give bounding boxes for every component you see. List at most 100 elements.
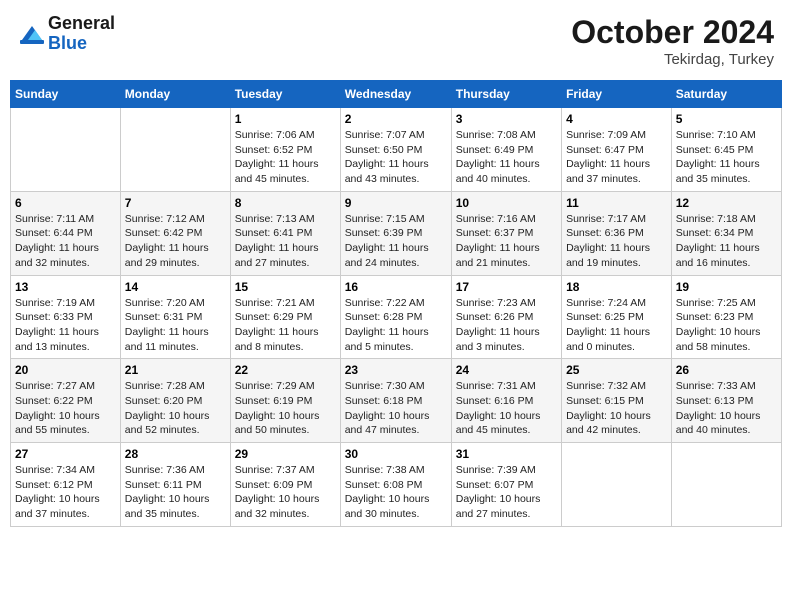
calendar-cell: 6 Sunrise: 7:11 AM Sunset: 6:44 PM Daylig… [11,191,121,275]
calendar-table: SundayMondayTuesdayWednesdayThursdayFrid… [10,80,782,527]
day-number: 13 [15,280,116,294]
calendar-cell [120,108,230,192]
day-info: Sunrise: 7:36 AM Sunset: 6:11 PM Dayligh… [125,463,226,522]
day-number: 4 [566,112,667,126]
calendar-cell: 10Sunrise: 7:16 AM Sunset: 6:37 PM Dayli… [451,191,561,275]
weekday-header: Wednesday [340,81,451,108]
calendar-week-row: 27 Sunrise: 7:34 AM Sunset: 6:12 PM Dayli… [11,443,782,527]
calendar-cell: 3 Sunrise: 7:08 AM Sunset: 6:49 PM Daylig… [451,108,561,192]
day-info: Sunrise: 7:11 AM Sunset: 6:44 PM Dayligh… [15,212,116,271]
day-info: Sunrise: 7:09 AM Sunset: 6:47 PM Dayligh… [566,128,667,187]
calendar-week-row: 13 Sunrise: 7:19 AM Sunset: 6:33 PM Dayli… [11,275,782,359]
calendar-cell: 23Sunrise: 7:30 AM Sunset: 6:18 PM Dayli… [340,359,451,443]
day-number: 14 [125,280,226,294]
calendar-week-row: 20Sunrise: 7:27 AM Sunset: 6:22 PM Dayli… [11,359,782,443]
day-number: 29 [235,447,336,461]
page-header: General Blue October 2024 Tekirdag, Turk… [10,10,782,72]
calendar-cell [11,108,121,192]
day-info: Sunrise: 7:25 AM Sunset: 6:23 PM Dayligh… [676,296,777,355]
day-number: 28 [125,447,226,461]
calendar-cell: 12Sunrise: 7:18 AM Sunset: 6:34 PM Dayli… [671,191,781,275]
logo-general: General [48,14,115,34]
calendar-cell: 19 Sunrise: 7:25 AM Sunset: 6:23 PM Dayli… [671,275,781,359]
weekday-header: Saturday [671,81,781,108]
day-number: 26 [676,363,777,377]
day-number: 7 [125,196,226,210]
calendar-cell: 21 Sunrise: 7:28 AM Sunset: 6:20 PM Dayli… [120,359,230,443]
day-info: Sunrise: 7:29 AM Sunset: 6:19 PM Dayligh… [235,379,336,438]
calendar-cell: 15 Sunrise: 7:21 AM Sunset: 6:29 PM Dayli… [230,275,340,359]
day-info: Sunrise: 7:07 AM Sunset: 6:50 PM Dayligh… [345,128,447,187]
day-number: 18 [566,280,667,294]
day-info: Sunrise: 7:32 AM Sunset: 6:15 PM Dayligh… [566,379,667,438]
calendar-cell: 20Sunrise: 7:27 AM Sunset: 6:22 PM Dayli… [11,359,121,443]
day-number: 3 [456,112,557,126]
calendar-cell: 16Sunrise: 7:22 AM Sunset: 6:28 PM Dayli… [340,275,451,359]
calendar-cell: 4 Sunrise: 7:09 AM Sunset: 6:47 PM Daylig… [562,108,672,192]
day-number: 25 [566,363,667,377]
day-number: 27 [15,447,116,461]
day-info: Sunrise: 7:31 AM Sunset: 6:16 PM Dayligh… [456,379,557,438]
day-info: Sunrise: 7:17 AM Sunset: 6:36 PM Dayligh… [566,212,667,271]
day-number: 15 [235,280,336,294]
day-info: Sunrise: 7:28 AM Sunset: 6:20 PM Dayligh… [125,379,226,438]
day-info: Sunrise: 7:16 AM Sunset: 6:37 PM Dayligh… [456,212,557,271]
month-title: October 2024 [571,14,774,51]
day-info: Sunrise: 7:23 AM Sunset: 6:26 PM Dayligh… [456,296,557,355]
day-number: 5 [676,112,777,126]
calendar-cell: 9 Sunrise: 7:15 AM Sunset: 6:39 PM Daylig… [340,191,451,275]
weekday-header: Monday [120,81,230,108]
calendar-cell: 7 Sunrise: 7:12 AM Sunset: 6:42 PM Daylig… [120,191,230,275]
day-info: Sunrise: 7:39 AM Sunset: 6:07 PM Dayligh… [456,463,557,522]
calendar-week-row: 1Sunrise: 7:06 AM Sunset: 6:52 PM Daylig… [11,108,782,192]
weekday-header: Tuesday [230,81,340,108]
calendar-cell: 2 Sunrise: 7:07 AM Sunset: 6:50 PM Daylig… [340,108,451,192]
day-number: 22 [235,363,336,377]
day-info: Sunrise: 7:12 AM Sunset: 6:42 PM Dayligh… [125,212,226,271]
weekday-header: Thursday [451,81,561,108]
day-info: Sunrise: 7:10 AM Sunset: 6:45 PM Dayligh… [676,128,777,187]
day-info: Sunrise: 7:34 AM Sunset: 6:12 PM Dayligh… [15,463,116,522]
day-info: Sunrise: 7:13 AM Sunset: 6:41 PM Dayligh… [235,212,336,271]
title-area: October 2024 Tekirdag, Turkey [571,14,774,68]
day-number: 6 [15,196,116,210]
calendar-cell [562,443,672,527]
day-number: 2 [345,112,447,126]
day-number: 17 [456,280,557,294]
day-number: 19 [676,280,777,294]
calendar-cell: 25 Sunrise: 7:32 AM Sunset: 6:15 PM Dayli… [562,359,672,443]
day-number: 24 [456,363,557,377]
weekday-header: Friday [562,81,672,108]
calendar-cell: 31Sunrise: 7:39 AM Sunset: 6:07 PM Dayli… [451,443,561,527]
calendar-header: SundayMondayTuesdayWednesdayThursdayFrid… [11,81,782,108]
day-info: Sunrise: 7:38 AM Sunset: 6:08 PM Dayligh… [345,463,447,522]
day-info: Sunrise: 7:19 AM Sunset: 6:33 PM Dayligh… [15,296,116,355]
logo: General Blue [18,14,115,54]
calendar-cell: 8 Sunrise: 7:13 AM Sunset: 6:41 PM Daylig… [230,191,340,275]
calendar-cell: 14 Sunrise: 7:20 AM Sunset: 6:31 PM Dayli… [120,275,230,359]
calendar-cell: 22 Sunrise: 7:29 AM Sunset: 6:19 PM Dayli… [230,359,340,443]
calendar-cell: 30Sunrise: 7:38 AM Sunset: 6:08 PM Dayli… [340,443,451,527]
calendar-cell: 29Sunrise: 7:37 AM Sunset: 6:09 PM Dayli… [230,443,340,527]
calendar-cell: 24 Sunrise: 7:31 AM Sunset: 6:16 PM Dayli… [451,359,561,443]
day-info: Sunrise: 7:15 AM Sunset: 6:39 PM Dayligh… [345,212,447,271]
weekday-header: Sunday [11,81,121,108]
day-number: 20 [15,363,116,377]
calendar-cell: 28 Sunrise: 7:36 AM Sunset: 6:11 PM Dayli… [120,443,230,527]
day-info: Sunrise: 7:33 AM Sunset: 6:13 PM Dayligh… [676,379,777,438]
calendar-cell: 17 Sunrise: 7:23 AM Sunset: 6:26 PM Dayli… [451,275,561,359]
calendar-cell: 5 Sunrise: 7:10 AM Sunset: 6:45 PM Daylig… [671,108,781,192]
logo-icon [18,20,46,48]
day-info: Sunrise: 7:08 AM Sunset: 6:49 PM Dayligh… [456,128,557,187]
calendar-cell: 18 Sunrise: 7:24 AM Sunset: 6:25 PM Dayli… [562,275,672,359]
day-info: Sunrise: 7:18 AM Sunset: 6:34 PM Dayligh… [676,212,777,271]
day-info: Sunrise: 7:22 AM Sunset: 6:28 PM Dayligh… [345,296,447,355]
day-number: 23 [345,363,447,377]
day-number: 8 [235,196,336,210]
day-info: Sunrise: 7:21 AM Sunset: 6:29 PM Dayligh… [235,296,336,355]
day-number: 9 [345,196,447,210]
day-info: Sunrise: 7:20 AM Sunset: 6:31 PM Dayligh… [125,296,226,355]
calendar-week-row: 6 Sunrise: 7:11 AM Sunset: 6:44 PM Daylig… [11,191,782,275]
day-number: 21 [125,363,226,377]
day-info: Sunrise: 7:24 AM Sunset: 6:25 PM Dayligh… [566,296,667,355]
